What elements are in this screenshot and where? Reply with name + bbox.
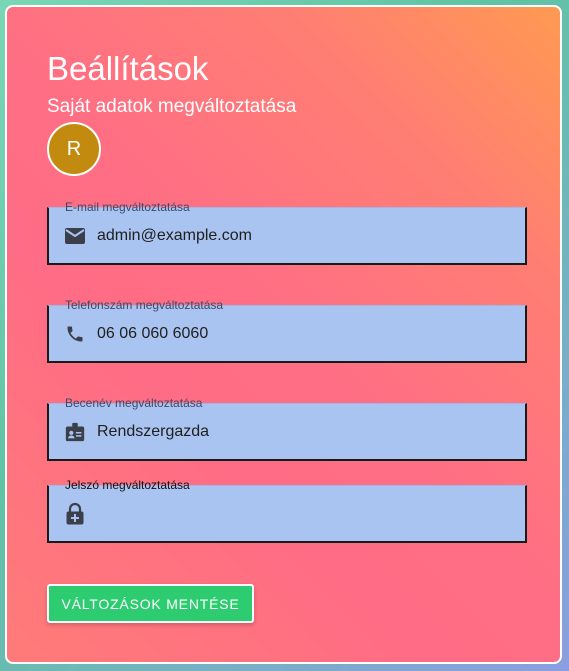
- settings-card: Beállítások Saját adatok megváltoztatása…: [5, 5, 562, 664]
- nickname-field-label: Becenév megváltoztatása: [65, 396, 203, 410]
- email-input[interactable]: [97, 226, 497, 245]
- phone-icon: [63, 322, 87, 346]
- page-subtitle: Saját adatok megváltoztatása: [47, 96, 297, 117]
- page-title: Beállítások: [47, 50, 209, 87]
- email-field[interactable]: E-mail megváltoztatása: [47, 200, 527, 265]
- save-changes-button[interactable]: VÁLTOZÁSOK MENTÉSE: [47, 584, 254, 623]
- phone-input[interactable]: [97, 324, 497, 343]
- phone-field[interactable]: Telefonszám megváltoztatása: [47, 298, 527, 363]
- phone-field-label: Telefonszám megváltoztatása: [65, 298, 224, 312]
- lock-plus-icon: [63, 502, 87, 526]
- mail-icon: [63, 224, 87, 248]
- email-field-label: E-mail megváltoztatása: [65, 200, 190, 214]
- nickname-input[interactable]: [97, 422, 497, 441]
- password-field-label: Jelszó megváltoztatása: [65, 478, 190, 492]
- nickname-field[interactable]: Becenév megváltoztatása: [47, 396, 527, 461]
- badge-icon: [63, 420, 87, 444]
- password-input[interactable]: [97, 504, 497, 523]
- avatar-initial: R: [66, 137, 82, 160]
- avatar[interactable]: R: [47, 122, 101, 176]
- password-field[interactable]: Jelszó megváltoztatása: [47, 478, 527, 543]
